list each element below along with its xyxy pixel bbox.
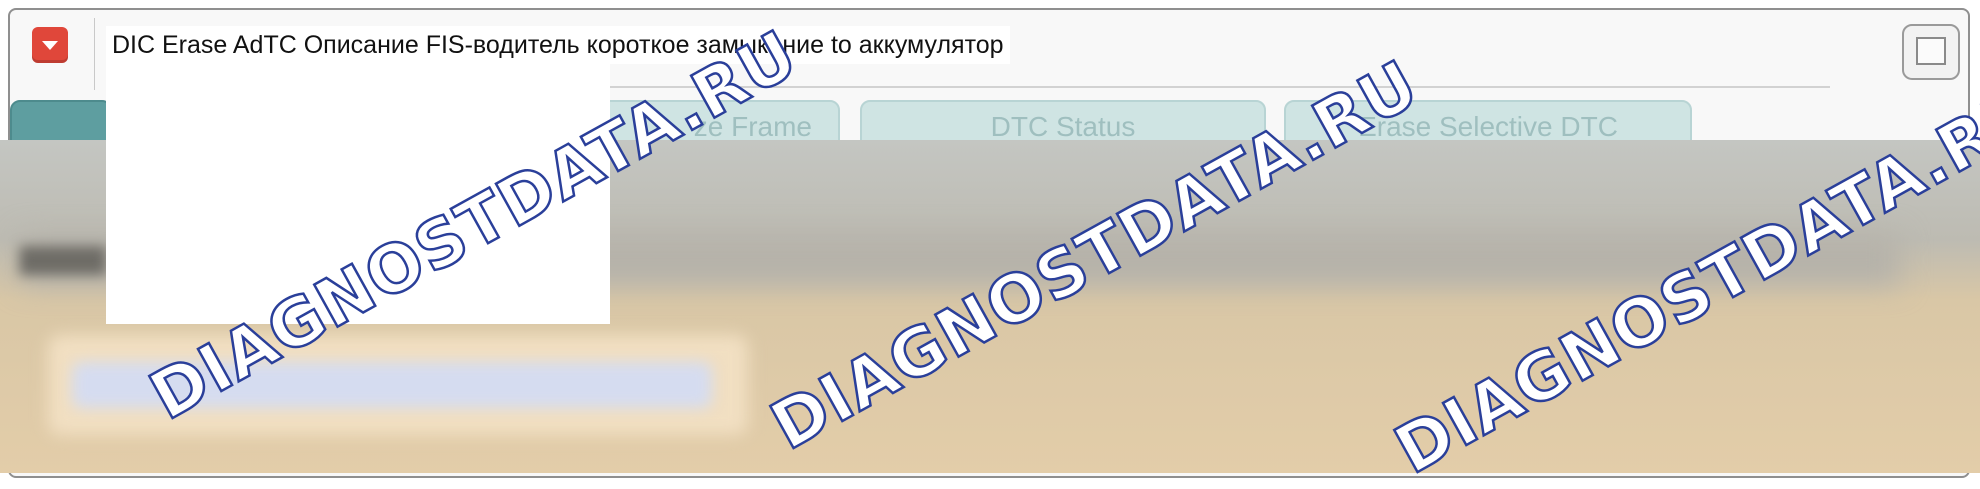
blurred-link[interactable] <box>72 362 712 408</box>
menu-dropdown-button[interactable] <box>32 27 68 63</box>
window-title: DIC Erase AdTC Описание FIS-водитель кор… <box>106 26 1010 64</box>
maximize-button[interactable] <box>1902 24 1960 80</box>
blurred-column-header: ▇▇▇▇ <box>20 243 107 274</box>
title-divider <box>94 18 95 90</box>
white-overlay-patch <box>106 64 610 324</box>
